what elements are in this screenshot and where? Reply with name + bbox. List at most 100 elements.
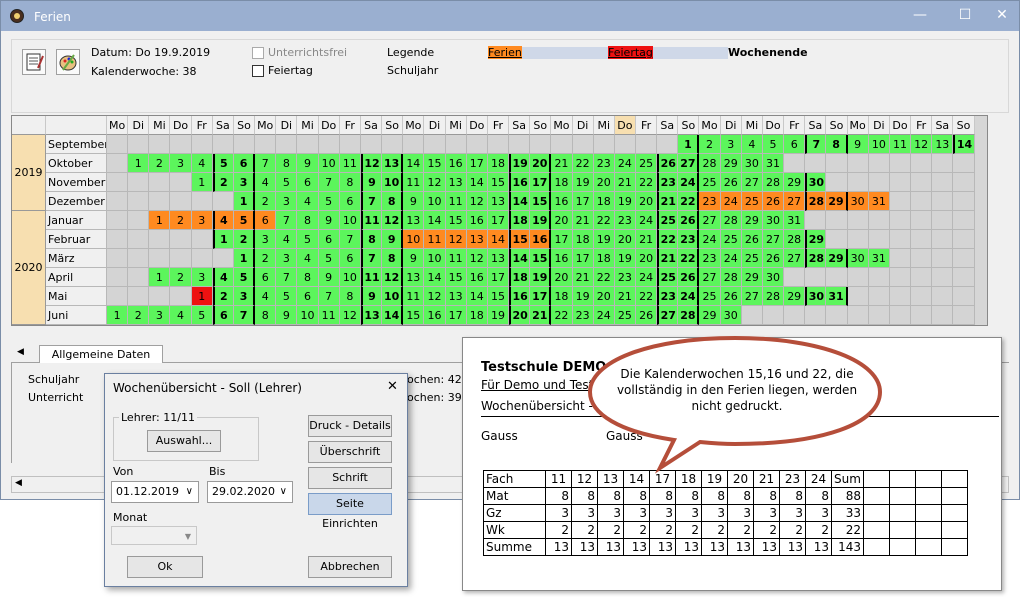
day-cell: 8	[297, 211, 319, 230]
day-cell: 26	[762, 192, 785, 211]
day-cell: 5	[762, 135, 785, 154]
day-cell: 24	[699, 230, 721, 249]
day-cell: 10	[339, 268, 361, 287]
auswahl-button[interactable]: Auswahl...	[147, 430, 221, 452]
day-cell: 27	[699, 268, 721, 287]
von-value: 01.12.2019	[116, 485, 179, 498]
day-cell: 3	[255, 230, 277, 249]
empty-cell	[826, 173, 848, 192]
day-cell: 21	[614, 287, 636, 306]
empty-cell	[191, 249, 213, 268]
cell-value: 13	[675, 538, 702, 556]
day-cell: 14	[424, 268, 446, 287]
day-cell: 1	[149, 211, 171, 230]
ok-button[interactable]: Ok	[127, 556, 203, 578]
tab-allgemeine-daten[interactable]: Allgemeine Daten	[39, 345, 163, 363]
scroll-left-arrow-icon[interactable]: ◀	[15, 478, 22, 488]
day-cell: 29	[784, 173, 806, 192]
feiertag-checkbox[interactable]	[252, 65, 264, 77]
minimize-button[interactable]: —	[903, 4, 937, 28]
day-cell: 13	[403, 268, 425, 287]
day-cell: 17	[445, 306, 467, 325]
empty-cell	[847, 173, 869, 192]
day-cell: 31	[762, 154, 785, 173]
dialog-close-icon[interactable]: ✕	[387, 379, 398, 394]
empty-cell	[953, 154, 975, 173]
day-cell: 11	[318, 306, 340, 325]
monat-chevron-down-icon[interactable]: ▼	[185, 527, 191, 547]
seite-einrichten-button[interactable]: Seite Einrichten	[308, 493, 392, 530]
day-cell: 27	[657, 306, 679, 325]
bis-date-field[interactable]: 29.02.2020 ∨	[207, 481, 293, 503]
bis-label: Bis	[209, 465, 226, 478]
abbrechen-button[interactable]: Abbrechen	[308, 556, 392, 578]
empty-cell	[826, 230, 848, 249]
weekday-header: Mo	[255, 116, 277, 135]
app-icon	[10, 9, 24, 23]
weekday-header: Mo	[847, 116, 869, 135]
day-cell: 3	[276, 192, 298, 211]
unterrichtsfrei-checkbox[interactable]	[252, 47, 264, 59]
day-cell: 31	[868, 249, 890, 268]
empty-cell	[212, 192, 234, 211]
cell-value: 8	[727, 487, 754, 505]
day-cell: 14	[509, 192, 531, 211]
weekday-header: Mi	[297, 116, 319, 135]
day-cell: 14	[953, 135, 975, 154]
schuljahr-label: Schuljahr	[387, 64, 439, 77]
day-cell: 23	[657, 287, 679, 306]
day-cell: 14	[487, 230, 510, 249]
day-cell: 9	[297, 154, 319, 173]
bis-chevron-down-icon[interactable]: ∨	[280, 482, 287, 502]
schrift-button[interactable]: Schrift	[308, 467, 392, 489]
empty-cell	[932, 268, 954, 287]
empty-cell	[889, 192, 912, 211]
empty-cell	[953, 211, 975, 230]
weekday-header: Sa	[509, 116, 531, 135]
month-label: Dezember	[46, 192, 107, 211]
day-cell: 24	[678, 173, 700, 192]
druck-details-button[interactable]: Druck - Details	[308, 415, 392, 437]
empty-cell	[915, 521, 942, 539]
day-cell: 23	[699, 192, 721, 211]
cell-value: 3	[623, 504, 650, 522]
day-cell: 7	[360, 249, 383, 268]
empty-cell	[911, 306, 933, 325]
maximize-button[interactable]: ☐	[948, 4, 982, 28]
day-cell: 16	[509, 287, 531, 306]
day-cell: 1	[233, 249, 256, 268]
day-cell: 26	[678, 211, 700, 230]
close-button[interactable]: ✕	[985, 4, 1019, 28]
empty-cell	[805, 211, 827, 230]
tab-scroll-left-icon[interactable]: ◀	[17, 347, 24, 357]
cell-value: 8	[571, 487, 598, 505]
monat-select[interactable]: ▼	[111, 526, 197, 545]
ueberschrift-button[interactable]: Überschrift	[308, 441, 392, 463]
day-cell: 23	[614, 211, 636, 230]
report-row: Wk 2 2 2 2 2 2 2 2 2 2 2 22	[483, 521, 968, 539]
day-cell: 8	[297, 268, 319, 287]
month-label: September	[46, 135, 107, 154]
day-cell: 28	[720, 268, 742, 287]
von-chevron-down-icon[interactable]: ∨	[186, 482, 193, 502]
day-cell: 4	[255, 287, 277, 306]
day-cell: 23	[657, 173, 679, 192]
notepad-icon[interactable]	[22, 49, 46, 75]
day-cell: 20	[551, 268, 573, 287]
day-cell: 8	[360, 230, 383, 249]
weekday-header: Sa	[657, 116, 679, 135]
day-cell: 23	[593, 154, 615, 173]
palette-icon[interactable]	[56, 49, 80, 75]
empty-cell	[932, 306, 954, 325]
day-cell: 2	[699, 135, 721, 154]
month-label: Mai	[46, 287, 107, 306]
day-cell: 10	[297, 306, 319, 325]
von-date-field[interactable]: 01.12.2019 ∨	[111, 481, 199, 503]
day-cell: 15	[487, 173, 510, 192]
empty-cell	[466, 135, 488, 154]
day-cell: 26	[762, 249, 785, 268]
empty-cell	[889, 306, 912, 325]
empty-cell	[657, 135, 679, 154]
day-cell: 13	[360, 306, 383, 325]
cell-value: 2	[675, 521, 702, 539]
